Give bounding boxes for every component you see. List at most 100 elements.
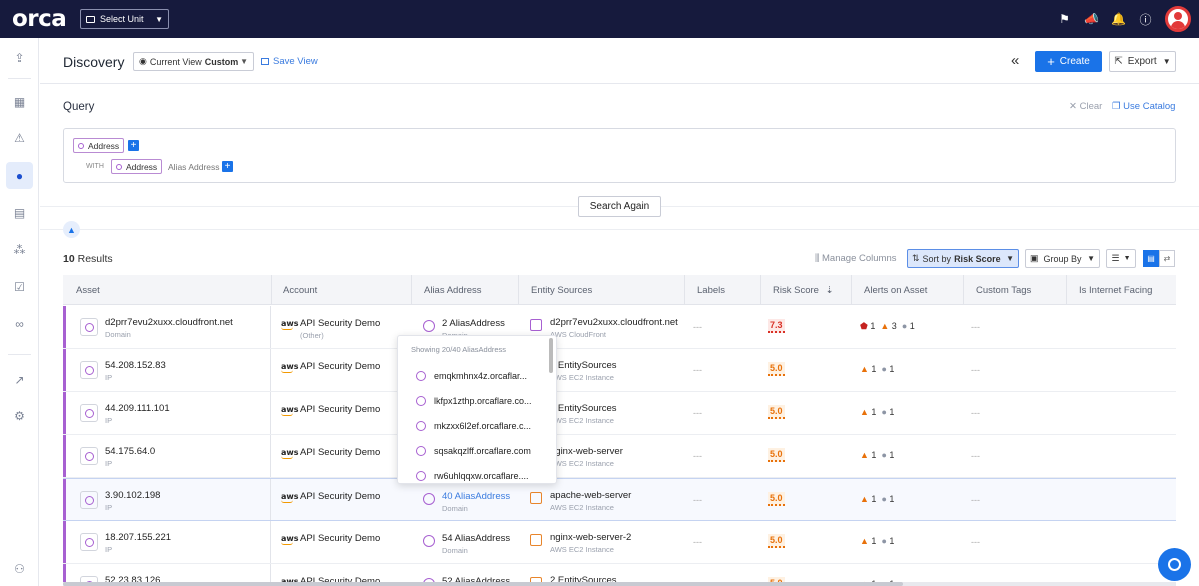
dashboard-icon[interactable]: ▦ <box>6 88 33 115</box>
query-builder[interactable]: Address + WITH Address Alias Address + <box>63 128 1176 183</box>
compliance-icon[interactable]: ☑ <box>6 273 33 300</box>
alias-address-link[interactable]: 40 AliasAddress <box>442 491 510 502</box>
use-catalog-button[interactable]: ❐ Use Catalog <box>1112 101 1175 112</box>
integrations-icon[interactable]: ∞ <box>6 310 33 337</box>
asset-cell[interactable]: 18.207.155.221 IP <box>63 521 271 563</box>
column-risk-score[interactable]: Risk Score ⇣ <box>773 285 834 296</box>
risk-score-badge[interactable]: 5.0 <box>768 534 785 548</box>
upload-icon[interactable]: ⇪ <box>6 44 33 71</box>
automation-icon[interactable]: ↗ <box>6 366 33 393</box>
alerts-cell[interactable]: ▲ 1 ● 1 <box>860 494 894 504</box>
alias-item[interactable]: rw6uhlqqxw.orcaflare.... <box>416 471 529 481</box>
flag-icon[interactable]: ⚑ <box>1051 12 1078 26</box>
asset-name[interactable]: d2prr7evu2xuxx.cloudfront.net <box>105 317 233 328</box>
table-row[interactable]: 54.208.152.83 IP aws API Security Demo 2 Ent… <box>63 349 1176 392</box>
column-labels[interactable]: Labels <box>697 285 725 296</box>
column-alerts-on-asset[interactable]: Alerts on Asset <box>864 285 927 296</box>
table-view-icon[interactable]: ▤ <box>1143 250 1159 267</box>
account-name[interactable]: API Security Demo <box>300 361 380 372</box>
risk-score-badge[interactable]: 5.0 <box>768 405 785 419</box>
alias-item[interactable]: lkfpx1zthp.orcaflare.co... <box>416 396 532 406</box>
collapse-panel-icon[interactable]: « <box>1011 52 1019 69</box>
alias-address-link[interactable]: 2 AliasAddress <box>442 318 505 329</box>
alerts-cell[interactable]: ▲ 1 ● 1 <box>860 364 894 374</box>
alias-item[interactable]: sqsakqzlff.orcaflare.com <box>416 446 531 456</box>
alerts-cell[interactable]: ⬟ 1 ▲ 3 ● 1 <box>860 321 915 332</box>
entity-source[interactable]: 2 EntitySources <box>550 403 617 414</box>
group-by-dropdown[interactable]: ▣ Group By ▼ <box>1025 249 1100 268</box>
risk-score-badge[interactable]: 5.0 <box>768 492 785 506</box>
help-icon[interactable]: ⓘ <box>1132 11 1159 28</box>
asset-cell[interactable]: 3.90.102.198 IP <box>63 479 271 520</box>
orca-logo[interactable]: orca <box>12 6 72 32</box>
scrollbar-thumb[interactable] <box>63 582 903 586</box>
asset-cell[interactable]: 54.208.152.83 IP <box>63 349 271 391</box>
graph-icon[interactable]: ⁂ <box>6 236 33 263</box>
entity-source[interactable]: nginx-web-server-2 <box>550 532 631 543</box>
add-condition-button[interactable]: + <box>222 161 233 172</box>
table-row[interactable]: 18.207.155.221 IP aws API Security Demo 54 A… <box>63 521 1176 564</box>
popup-scrollbar[interactable] <box>549 338 553 373</box>
create-button[interactable]: + Create <box>1035 51 1102 72</box>
export-button[interactable]: ⇱ Export ▼ <box>1109 51 1176 72</box>
asset-name[interactable]: 54.208.152.83 <box>105 360 166 371</box>
table-row[interactable]: 54.175.64.0 IP aws API Security Demo nginx-w… <box>63 435 1176 478</box>
select-unit-dropdown[interactable]: Select Unit ▼ <box>80 9 169 29</box>
sort-by-dropdown[interactable]: ⇅ Sort by Risk Score ▼ <box>907 249 1019 268</box>
table-row[interactable]: d2prr7evu2xuxx.cloudfront.net Domain aws AP… <box>63 306 1176 349</box>
risk-score-badge[interactable]: 7.3 <box>768 319 785 333</box>
asset-name[interactable]: 44.209.111.101 <box>105 403 170 414</box>
asset-cell[interactable]: d2prr7evu2xuxx.cloudfront.net Domain <box>63 306 271 348</box>
asset-cell[interactable]: 54.175.64.0 IP <box>63 435 271 477</box>
account-name[interactable]: API Security Demo <box>300 404 380 415</box>
save-view-button[interactable]: Save View <box>261 56 318 67</box>
filter-options-button[interactable]: ☰ ▼ <box>1106 249 1136 268</box>
account-name[interactable]: API Security Demo <box>300 491 380 502</box>
account-name[interactable]: API Security Demo <box>300 318 380 329</box>
alerts-cell[interactable]: ▲ 1 ● 1 <box>860 407 894 417</box>
current-view-dropdown[interactable]: ◉ Current View Custom ▼ <box>133 52 254 71</box>
settings-icon[interactable]: ⚙ <box>6 402 33 429</box>
add-condition-button[interactable]: + <box>128 140 139 151</box>
alias-item[interactable]: emqkmhnx4z.orcaflar... <box>416 371 527 381</box>
horizontal-scrollbar[interactable] <box>63 582 1176 586</box>
chevron-up-icon[interactable]: ▲ <box>63 221 80 238</box>
user-settings-icon[interactable]: ⚇ <box>6 555 33 582</box>
column-account[interactable]: Account <box>283 285 317 296</box>
column-entity-sources[interactable]: Entity Sources <box>531 285 592 296</box>
entity-source[interactable]: apache-web-server <box>550 490 631 501</box>
clear-button[interactable]: ✕ Clear <box>1069 101 1102 112</box>
avatar[interactable] <box>1165 6 1191 32</box>
risk-score-badge[interactable]: 5.0 <box>768 448 785 462</box>
column-alias-address[interactable]: Alias Address <box>424 285 482 296</box>
asset-name[interactable]: 54.175.64.0 <box>105 446 155 457</box>
list-view-icon[interactable]: ⇄ <box>1159 250 1175 267</box>
alerts-cell[interactable]: ▲ 1 ● 1 <box>860 450 894 460</box>
discovery-icon[interactable]: ● <box>6 162 33 189</box>
column-asset[interactable]: Asset <box>76 285 100 296</box>
alias-item[interactable]: mkzxx6l2ef.orcaflare.c... <box>416 421 531 431</box>
query-chip-address[interactable]: Address <box>73 138 125 153</box>
table-row[interactable]: 44.209.111.101 IP aws API Security Demo 2 En… <box>63 392 1176 435</box>
account-name[interactable]: API Security Demo <box>300 533 380 544</box>
query-chip-address-with[interactable]: Address <box>111 159 163 174</box>
alerts-icon[interactable]: ⚠ <box>6 124 33 151</box>
risk-score-badge[interactable]: 5.0 <box>768 362 785 376</box>
column-custom-tags[interactable]: Custom Tags <box>976 285 1031 296</box>
account-name[interactable]: API Security Demo <box>300 447 380 458</box>
bell-icon[interactable]: 🔔 <box>1105 12 1132 26</box>
entity-source[interactable]: nginx-web-server <box>550 446 623 457</box>
search-again-button[interactable]: Search Again <box>578 196 661 217</box>
asset-name[interactable]: 18.207.155.221 <box>105 532 171 543</box>
manage-columns-button[interactable]: ⫼ Manage Columns <box>815 253 896 264</box>
table-row[interactable]: 3.90.102.198 IP aws API Security Demo 40 Ali… <box>63 478 1176 521</box>
alerts-cell[interactable]: ▲ 1 ● 1 <box>860 536 894 546</box>
megaphone-icon[interactable]: 📣 <box>1078 12 1105 26</box>
entity-source[interactable]: d2prr7evu2xuxx.cloudfront.net <box>550 317 678 328</box>
inventory-icon[interactable]: ▤ <box>6 199 33 226</box>
entity-source[interactable]: 2 EntitySources <box>550 360 617 371</box>
chat-support-button[interactable] <box>1158 548 1191 581</box>
column-is-internet-facing[interactable]: Is Internet Facing <box>1079 285 1152 296</box>
asset-name[interactable]: 3.90.102.198 <box>105 490 160 501</box>
asset-cell[interactable]: 44.209.111.101 IP <box>63 392 271 434</box>
